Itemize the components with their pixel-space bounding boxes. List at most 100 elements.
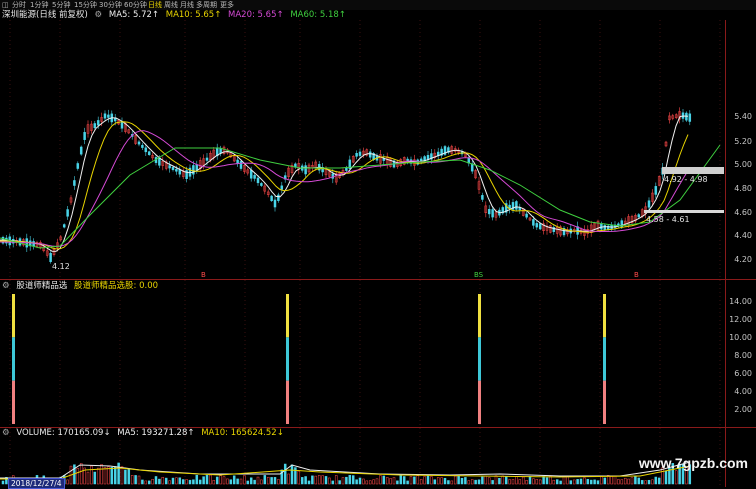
volume-ma5: MA5: 193271.28↑ [117, 428, 195, 438]
volume-bar [1, 480, 5, 485]
volume-bar [100, 464, 103, 485]
candle-body [96, 120, 100, 126]
volume-bar [657, 477, 661, 485]
volume-bar [328, 477, 331, 485]
candle-body [637, 214, 641, 218]
volume-bar [96, 467, 100, 485]
volume-bar [341, 477, 345, 485]
volume-bar [501, 475, 505, 485]
volume-bar [433, 479, 437, 485]
indicator-title[interactable]: 股道师精品选 [16, 281, 67, 291]
volume-bar [552, 479, 556, 485]
volume-bar [491, 480, 494, 485]
signal-bar-1-top [12, 294, 15, 338]
volume-bar [535, 479, 539, 485]
volume-bar [338, 480, 341, 485]
indicator-value: 股道师精品选股: 0.00 [74, 281, 159, 291]
volume-bar [103, 467, 107, 485]
indicator-tick: 10.00 [729, 333, 752, 342]
candle-body [331, 173, 335, 179]
volume-bar [192, 479, 195, 485]
candle-body [137, 141, 141, 145]
candle-body [83, 132, 86, 140]
price-tick: 4.20 [734, 255, 752, 264]
volume-bar [450, 480, 454, 485]
volume-bar [215, 476, 219, 485]
signal-bar-2-mid [286, 337, 289, 381]
candle-body [481, 195, 484, 200]
watermark-text: www.7gpzb.com [638, 455, 748, 471]
candle-body [171, 167, 175, 170]
candle-body [535, 223, 539, 228]
volume-bar [79, 463, 83, 485]
chart-canvas[interactable]: B BS B [0, 0, 756, 487]
volume-bar [331, 480, 335, 485]
volume-value: VOLUME: 170165.09↓ [16, 428, 111, 438]
volume-bar [154, 476, 158, 485]
candle-body [688, 113, 692, 122]
volume-bar [300, 477, 304, 485]
volume-bar [287, 473, 290, 485]
gear-icon[interactable]: ⚙ [2, 281, 10, 291]
candle-body [518, 207, 522, 211]
volume-bar [457, 475, 460, 485]
volume-bar [246, 480, 250, 485]
candle-body [273, 199, 277, 208]
volume-legend: ⚙ VOLUME: 170165.09↓ MA5: 193271.28↑ MA1… [2, 428, 288, 439]
candle-body [103, 113, 107, 119]
candle-body [49, 252, 52, 262]
signal-marker-2: BS [474, 271, 484, 279]
volume-bar [426, 475, 430, 485]
volume-bar [559, 480, 562, 485]
price-tick: 5.20 [734, 137, 752, 146]
volume-bar [406, 480, 409, 485]
volume-bar [110, 466, 114, 485]
volume-bar [90, 465, 93, 485]
candle-body [256, 177, 260, 184]
volume-bar [137, 475, 141, 485]
volume-bar [368, 480, 372, 485]
volume-bar [260, 479, 263, 485]
volume-bar [358, 477, 362, 485]
volume-bar [117, 462, 120, 485]
volume-bar [623, 477, 627, 485]
volume-bar [467, 480, 471, 485]
signal-marker-3: B [634, 271, 639, 279]
volume-bar [181, 479, 185, 485]
volume-bar [147, 480, 151, 485]
volume-bar [144, 480, 148, 485]
volume-bar [413, 476, 416, 485]
volume-bar [545, 477, 549, 485]
candle-body [260, 183, 263, 186]
volume-bar [654, 476, 658, 485]
volume-bar [239, 478, 243, 485]
volume-bar [593, 479, 596, 485]
volume-bar [304, 476, 307, 485]
ma5-line [0, 115, 689, 252]
volume-bar [525, 480, 528, 485]
candle-body [491, 209, 494, 218]
volume-bar [572, 479, 576, 485]
volume-bar [351, 475, 355, 485]
volume-bar [164, 477, 168, 485]
volume-bar [481, 476, 484, 485]
candle-body [158, 157, 161, 166]
candle-body [147, 151, 151, 156]
volume-bar [127, 468, 131, 485]
volume-bar [634, 476, 637, 485]
volume-bar [555, 479, 559, 485]
volume-bar [474, 479, 477, 485]
price-tick: 4.40 [734, 231, 752, 240]
candle-body [603, 225, 607, 231]
candle-body [66, 209, 69, 217]
volume-bar [402, 476, 406, 485]
indicator-tick: 4.00 [734, 387, 752, 396]
volume-bar [379, 475, 382, 485]
volume-bar [362, 478, 365, 485]
gear-icon[interactable]: ⚙ [2, 428, 10, 438]
candle-body [175, 168, 178, 172]
volume-bar [151, 478, 154, 485]
volume-bar [484, 475, 488, 485]
volume-bar [532, 478, 535, 485]
volume-bar [93, 471, 97, 485]
